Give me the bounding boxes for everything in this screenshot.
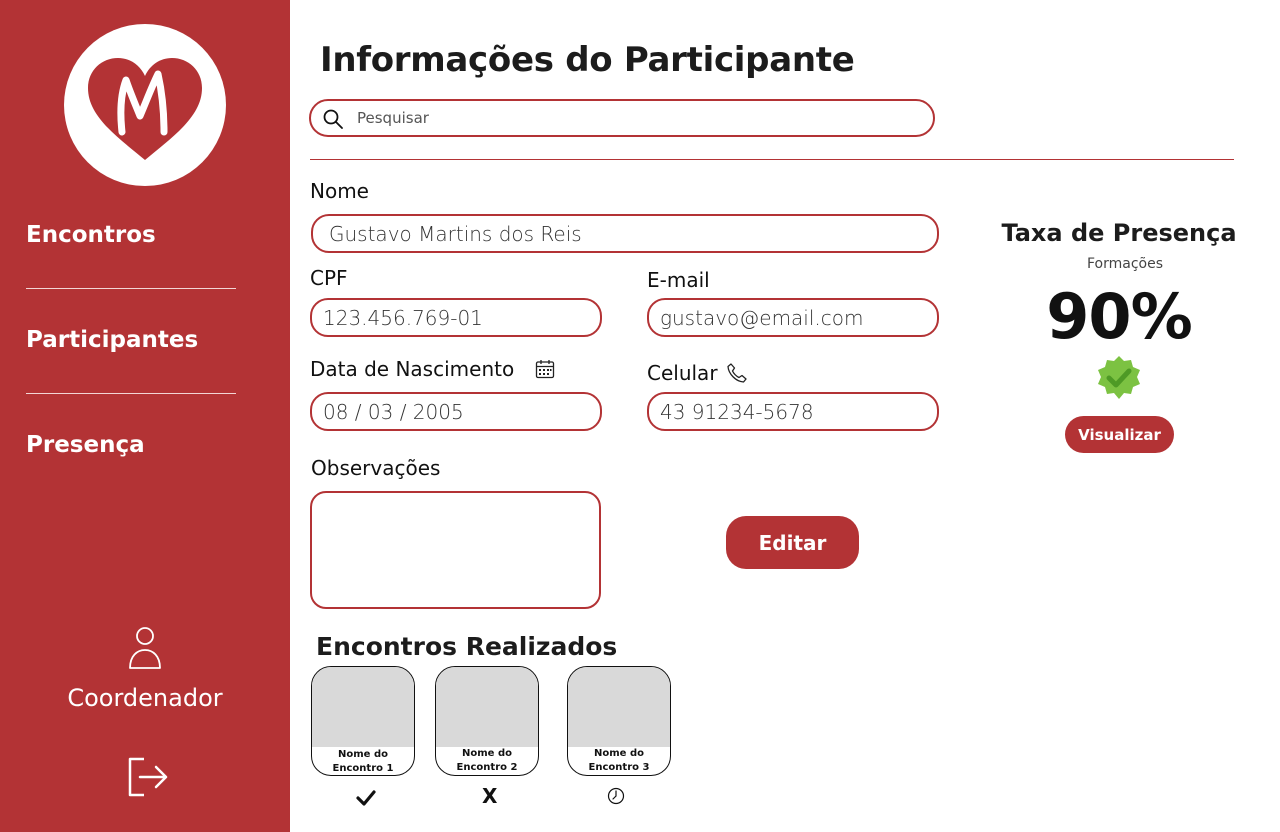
- cpf-field[interactable]: [310, 298, 602, 337]
- clock-icon: [607, 787, 625, 805]
- search-bar[interactable]: [309, 99, 935, 137]
- celular-label: Celular: [647, 361, 718, 385]
- check-icon: [356, 790, 376, 806]
- cpf-label: CPF: [310, 266, 348, 290]
- x-icon: X: [482, 784, 498, 808]
- email-input[interactable]: [660, 305, 930, 331]
- encontro-name-line: Encontro 3: [588, 762, 650, 773]
- edit-button[interactable]: Editar: [726, 516, 859, 569]
- encontros-section-title: Encontros Realizados: [316, 632, 618, 661]
- encontro-thumbnail: [436, 667, 538, 747]
- encontro-name: Nome do Encontro 1: [312, 748, 414, 775]
- nome-label: Nome: [310, 179, 369, 203]
- celular-field[interactable]: [647, 392, 939, 431]
- presence-title: Taxa de Presença: [1001, 219, 1237, 247]
- presence-value: 90%: [1046, 280, 1192, 353]
- celular-input[interactable]: [660, 399, 930, 425]
- logout-icon[interactable]: [126, 756, 168, 798]
- search-icon: [323, 109, 343, 129]
- sidebar: Encontros Participantes Presença Coorden…: [0, 0, 290, 832]
- heart-logo-icon: [88, 58, 202, 160]
- calendar-icon[interactable]: [535, 359, 555, 379]
- encontro-card[interactable]: Nome do Encontro 1: [311, 666, 415, 776]
- search-input[interactable]: [357, 107, 917, 129]
- app-logo: [64, 24, 226, 186]
- verified-badge-icon: [1098, 356, 1140, 399]
- encontro-card[interactable]: Nome do Encontro 2: [435, 666, 539, 776]
- encontro-name-line: Encontro 1: [332, 763, 394, 774]
- observacoes-label: Observações: [311, 456, 441, 480]
- encontro-name: Nome do Encontro 3: [568, 747, 670, 775]
- encontro-name-line: Nome do: [462, 748, 512, 759]
- nome-field[interactable]: [311, 214, 939, 253]
- sidebar-divider: [26, 393, 236, 394]
- encontro-name: Nome do Encontro 2: [436, 747, 538, 775]
- encontro-thumbnail: [568, 667, 670, 747]
- nome-input[interactable]: [329, 221, 929, 247]
- view-button[interactable]: Visualizar: [1065, 416, 1174, 453]
- email-label: E-mail: [647, 268, 710, 292]
- nascimento-input[interactable]: [323, 399, 593, 425]
- encontro-name-line: Encontro 2: [456, 762, 518, 773]
- user-icon: [129, 627, 161, 669]
- sidebar-divider: [26, 288, 236, 289]
- presence-subtitle: Formações: [1086, 256, 1163, 272]
- cpf-input[interactable]: [323, 305, 593, 331]
- sidebar-item-participantes[interactable]: Participantes: [26, 327, 198, 353]
- user-role-label: Coordenador: [67, 684, 223, 712]
- encontro-card[interactable]: Nome do Encontro 3: [567, 666, 671, 776]
- email-field[interactable]: [647, 298, 939, 337]
- encontro-name-line: Nome do: [594, 748, 644, 759]
- sidebar-item-encontros[interactable]: Encontros: [26, 222, 156, 248]
- page-title: Informações do Participante: [320, 40, 855, 80]
- encontro-name-line: Nome do: [338, 749, 388, 760]
- observacoes-field[interactable]: [310, 491, 601, 609]
- sidebar-item-presenca[interactable]: Presença: [26, 432, 145, 458]
- phone-icon: [727, 363, 747, 383]
- observacoes-textarea[interactable]: [312, 493, 599, 607]
- header-divider: [310, 159, 1234, 160]
- encontro-thumbnail: [312, 667, 414, 747]
- nascimento-label: Data de Nascimento: [310, 357, 515, 381]
- nascimento-field[interactable]: [310, 392, 602, 431]
